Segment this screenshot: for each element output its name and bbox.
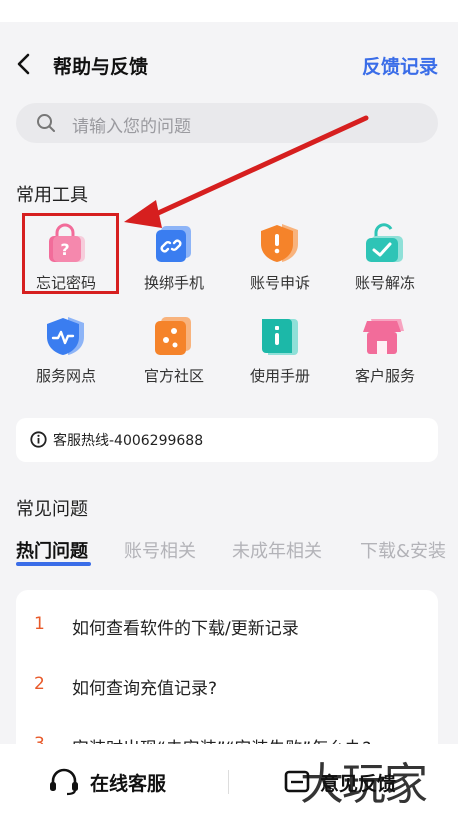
list-item[interactable]: 1 如何查看软件的下载/更新记录 <box>16 612 438 642</box>
search-placeholder: 请输入您的问题 <box>72 117 191 137</box>
link-icon <box>156 226 191 262</box>
question-number: 1 <box>34 614 45 634</box>
tool-label: 使用手册 <box>249 367 310 385</box>
hotline-text: 客服热线-4006299688 <box>53 433 204 449</box>
unlock-check-icon <box>366 223 403 262</box>
header: 帮助与反馈 反馈记录 <box>0 42 458 88</box>
tool-account-appeal[interactable]: 账号申诉 <box>226 222 334 308</box>
tool-rebind-phone[interactable]: 换绑手机 <box>120 222 228 308</box>
tool-customer-service[interactable]: 客户服务 <box>331 315 439 401</box>
headset-icon <box>50 768 78 796</box>
tool-label: 官方社区 <box>143 367 204 385</box>
tool-official-community[interactable]: 官方社区 <box>120 315 228 401</box>
tools-section-title: 常用工具 <box>16 185 88 206</box>
tool-service-outlets[interactable]: 服务网点 <box>12 315 120 401</box>
hotline-bar[interactable]: 客服热线-4006299688 <box>16 418 438 462</box>
tool-label: 账号解冻 <box>354 274 415 292</box>
tab-hot-questions[interactable]: 热门问题 <box>16 537 88 563</box>
status-bar <box>0 0 458 22</box>
annotation-highlight-box <box>22 213 119 294</box>
tool-user-manual[interactable]: 使用手册 <box>226 315 334 401</box>
feedback-log-link[interactable]: 反馈记录 <box>362 52 438 79</box>
tool-label: 换绑手机 <box>143 274 204 292</box>
tab-minors[interactable]: 未成年相关 <box>232 537 322 563</box>
divider <box>228 770 229 794</box>
online-service-label: 在线客服 <box>90 773 167 795</box>
search-icon <box>37 114 55 132</box>
tool-label: 服务网点 <box>35 367 96 385</box>
faq-section-title: 常见问题 <box>16 499 88 520</box>
question-text: 如何查看软件的下载/更新记录 <box>72 619 299 639</box>
tool-label: 客户服务 <box>354 367 415 385</box>
shield-alert-icon <box>261 224 298 262</box>
info-icon <box>30 431 47 448</box>
active-tab-indicator <box>16 562 91 566</box>
search-input[interactable]: 请输入您的问题 <box>16 103 438 143</box>
back-arrow-icon[interactable] <box>12 50 36 78</box>
manual-book-icon <box>262 319 298 355</box>
list-item[interactable]: 2 如何查询充值记录? <box>16 672 438 702</box>
tab-account[interactable]: 账号相关 <box>124 537 196 563</box>
tool-account-unfreeze[interactable]: 账号解冻 <box>331 222 439 308</box>
question-text: 如何查询充值记录? <box>72 679 218 699</box>
community-icon <box>155 317 191 355</box>
tool-label: 账号申诉 <box>249 274 310 292</box>
service-shield-icon <box>47 317 84 355</box>
question-number: 2 <box>34 674 45 694</box>
page-title: 帮助与反馈 <box>53 56 149 78</box>
watermark: 大玩家 <box>300 759 428 810</box>
store-icon <box>363 319 404 354</box>
tab-download-install[interactable]: 下载&安装 <box>360 537 446 563</box>
